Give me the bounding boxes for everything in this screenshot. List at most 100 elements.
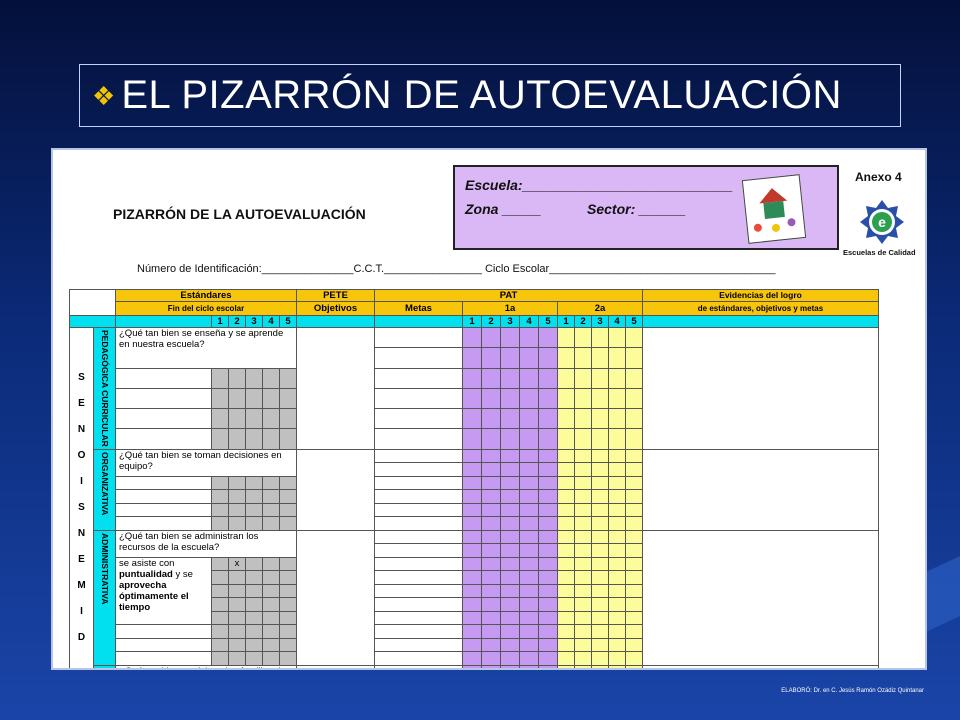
pat-2a-cell (574, 664, 592, 668)
pat-1a-cell (481, 475, 501, 491)
rating-cell (262, 475, 280, 491)
scale-number: 1 (557, 315, 575, 328)
pat-1a-cell (519, 610, 539, 626)
pat-1a-cell (538, 570, 558, 585)
pat-1a-cell (519, 367, 539, 389)
pat-1a-cell (462, 347, 482, 369)
pat-2a-cell (591, 462, 609, 477)
pat-1a-cell (538, 583, 558, 599)
dimension-letter: S (78, 502, 85, 513)
pat-1a-cell (462, 387, 482, 410)
pat-1a-cell (538, 529, 558, 545)
rating-cell (245, 408, 263, 430)
rating-cell (228, 624, 246, 639)
pat-1a-cell (538, 408, 558, 430)
pat-1a-cell (519, 637, 539, 653)
rating-cell (262, 428, 280, 450)
rating-cell (228, 651, 246, 666)
pat-1a-cell (462, 428, 482, 450)
rating-cell (262, 610, 280, 626)
dimension-letter: E (78, 554, 85, 565)
metas-cell (374, 448, 463, 464)
rating-cell (228, 570, 246, 585)
pat-1a-cell (500, 664, 520, 668)
pat-2a-cell (608, 462, 626, 477)
pat-2a-cell (625, 502, 643, 518)
pat-2a-cell (557, 637, 575, 653)
pat-1a-cell (500, 516, 520, 531)
pat-1a-cell (462, 408, 482, 430)
rating-cell (211, 556, 229, 572)
rating-cell (228, 583, 246, 599)
pat-1a-cell (538, 664, 558, 668)
pat-1a-cell (519, 448, 539, 464)
pat-2a-cell (557, 347, 575, 369)
rating-cell (245, 583, 263, 599)
pat-2a-cell (625, 664, 643, 668)
pat-2a-cell (591, 529, 609, 545)
standard-cell (115, 651, 212, 666)
pat-2a-cell (591, 651, 609, 666)
pat-2a-cell (574, 462, 592, 477)
rating-cell (211, 387, 229, 410)
pat-1a-cell (462, 570, 482, 585)
pat-2a-cell (591, 597, 609, 612)
rating-mark: x (234, 557, 240, 569)
pat-2a-cell (608, 502, 626, 518)
rating-cell (262, 651, 280, 666)
rating-cell (279, 408, 297, 430)
pat-2a-cell (557, 651, 575, 666)
pat-1a-cell (481, 516, 501, 531)
pat-2a-cell (625, 610, 643, 626)
dimension-letter: E (78, 398, 85, 409)
standard-cell (115, 387, 212, 410)
rating-cell (228, 367, 246, 389)
pat-1a-cell (500, 326, 520, 349)
pat-1a-cell (500, 583, 520, 599)
rating-cell (262, 597, 280, 612)
pat-1a-cell (519, 597, 539, 612)
pat-1a-cell (519, 347, 539, 369)
pat-1a-cell (462, 367, 482, 389)
pat-2a-cell (591, 516, 609, 531)
metas-cell (374, 475, 463, 491)
rating-cell (211, 367, 229, 389)
rating-cell (262, 387, 280, 410)
scale-number: 4 (608, 315, 626, 328)
pat-1a-cell (500, 529, 520, 545)
scale-number: 1 (211, 315, 229, 328)
pat-2a-cell (557, 624, 575, 639)
pat-2a-cell (625, 408, 643, 430)
rating-cell (262, 502, 280, 518)
pat-2a-cell (608, 637, 626, 653)
pat-1a-cell (519, 502, 539, 518)
pat-1a-cell (481, 556, 501, 572)
pat-1a-cell (538, 428, 558, 450)
pat-1a-cell (500, 475, 520, 491)
rating-cell (279, 651, 297, 666)
pat-1a-cell (500, 347, 520, 369)
pat-1a-cell (462, 489, 482, 504)
pat-2a-cell (557, 489, 575, 504)
rating-cell (245, 556, 263, 572)
standard-cell (115, 367, 212, 389)
pat-2a-cell (608, 543, 626, 558)
dimensions-label-cell: D I M E N S I O N E S (69, 326, 94, 668)
scale-number: 2 (228, 315, 246, 328)
pat-1a-cell (519, 462, 539, 477)
metas-cell (374, 624, 463, 639)
metas-cell (374, 367, 463, 389)
pat-2a-cell (625, 428, 643, 450)
cyan-cell (115, 315, 212, 328)
pat-1a-cell (481, 428, 501, 450)
pat-2a-cell (625, 462, 643, 477)
pat-1a-cell (538, 367, 558, 389)
pat-1a-cell (462, 529, 482, 545)
pat-1a-cell (538, 347, 558, 369)
pat-1a-cell (519, 408, 539, 430)
rating-cell (228, 428, 246, 450)
pat-2a-cell (574, 367, 592, 389)
pat-2a-cell (608, 516, 626, 531)
rating-cell (211, 502, 229, 518)
rating-cell (245, 516, 263, 531)
